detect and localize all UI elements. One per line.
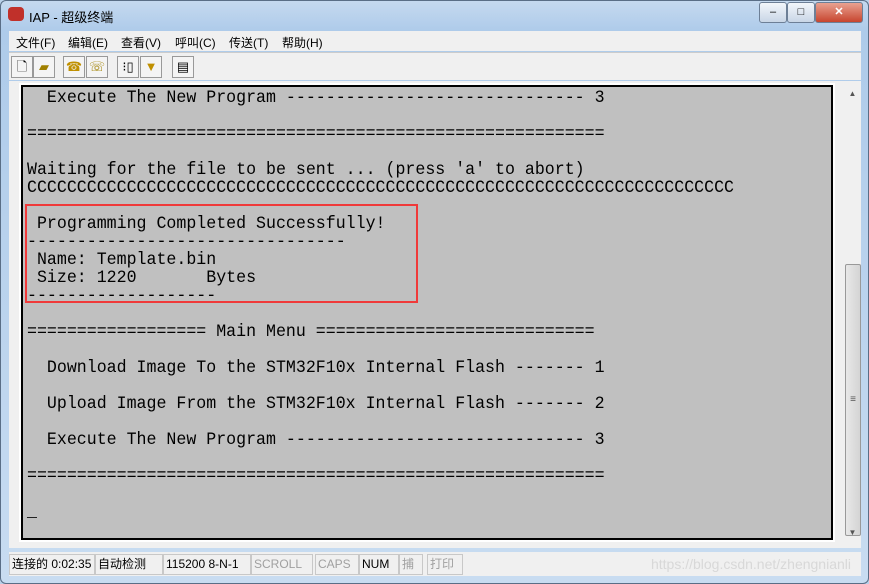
terminal-line: CCCCCCCCCCCCCCCCCCCCCCCCCCCCCCCCCCCCCCCC… [27, 177, 735, 198]
properties-icon[interactable]: ▤ [172, 56, 194, 78]
open-icon[interactable]: ▰ [33, 56, 55, 78]
disconnect-icon[interactable]: ☏ [86, 56, 108, 78]
terminal-screen[interactable]: Execute The New Program ----------------… [21, 85, 833, 540]
menu-edit[interactable]: 编辑(E) [68, 34, 108, 51]
status-print: 打印 [427, 554, 463, 575]
menu-bar: 文件(F) 编辑(E) 查看(V) 呼叫(C) 传送(T) 帮助(H) [9, 31, 861, 51]
status-num: NUM [359, 554, 399, 575]
status-detect: 自动检测 [95, 554, 163, 575]
status-bar: 连接的 0:02:35 自动检测 115200 8-N-1 SCROLL CAP… [9, 552, 861, 576]
scroll-thumb[interactable]: ≡ [845, 264, 861, 536]
hyperterminal-window: IAP - 超级终端 – □ ✕ 文件(F) 编辑(E) 查看(V) 呼叫(C)… [0, 0, 869, 584]
terminal-line: Download Image To the STM32F10x Internal… [27, 357, 605, 378]
vertical-scrollbar[interactable]: ▲ ≡ ▼ [844, 85, 861, 541]
scroll-up-icon[interactable]: ▲ [844, 85, 861, 102]
terminal-line: ================== Main Menu ===========… [27, 321, 595, 342]
terminal-line: Execute The New Program ----------------… [27, 87, 605, 108]
status-port: 115200 8-N-1 [163, 554, 251, 575]
new-icon[interactable]: 🗋 [11, 56, 33, 78]
minimize-button[interactable]: – [759, 2, 787, 23]
receive-icon[interactable]: ▼ [140, 56, 162, 78]
menu-view[interactable]: 查看(V) [121, 34, 161, 51]
terminal-line: ------------------- [27, 285, 217, 306]
status-connected: 连接的 0:02:35 [9, 554, 95, 575]
close-button[interactable]: ✕ [815, 2, 863, 23]
watermark: https://blog.csdn.net/zhengnianli [650, 556, 851, 572]
maximize-button[interactable]: □ [787, 2, 815, 23]
terminal-line: ========================================… [27, 465, 605, 486]
status-scroll: SCROLL [251, 554, 313, 575]
app-icon [8, 7, 24, 21]
client-area: Execute The New Program ----------------… [9, 81, 861, 548]
menu-file[interactable]: 文件(F) [16, 34, 55, 51]
terminal-line: Execute The New Program ----------------… [27, 429, 605, 450]
terminal-line: _ [27, 501, 37, 522]
terminal-line: ========================================… [27, 123, 605, 144]
call-icon[interactable]: ☎ [63, 56, 85, 78]
menu-help[interactable]: 帮助(H) [282, 34, 323, 51]
menu-call[interactable]: 呼叫(C) [175, 34, 216, 51]
scroll-down-icon[interactable]: ▼ [844, 524, 861, 541]
window-title: IAP - 超级终端 [29, 10, 114, 25]
send-icon[interactable]: ⁝▯ [117, 56, 139, 78]
terminal-line: Upload Image From the STM32F10x Internal… [27, 393, 605, 414]
status-capture: 捕 [399, 554, 423, 575]
toolbar: 🗋 ▰ ☎ ☏ ⁝▯ ▼ ▤ [9, 52, 861, 80]
status-caps: CAPS [315, 554, 359, 575]
menu-transfer[interactable]: 传送(T) [229, 34, 268, 51]
